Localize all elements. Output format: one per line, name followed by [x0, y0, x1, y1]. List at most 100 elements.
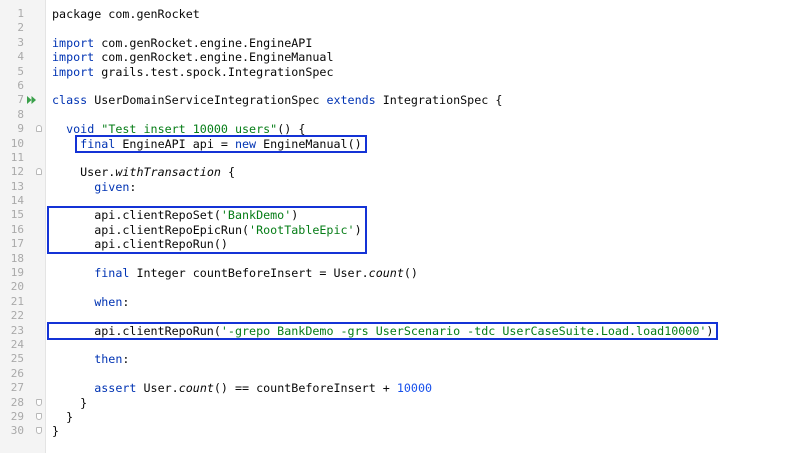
line-number: 14: [10, 194, 24, 208]
code-token: :: [122, 294, 130, 309]
code-token: com.genRocket.engine.EngineAPI: [94, 35, 313, 50]
code-token: count: [368, 266, 404, 281]
line-number: 19: [10, 266, 24, 280]
code-line[interactable]: 4 import com.genRocket.engine.EngineManua…: [0, 50, 800, 64]
fold-marker-icon[interactable]: [36, 168, 42, 176]
line-number: 30: [10, 424, 24, 438]
code-token: User.: [52, 165, 116, 180]
line-number: 18: [10, 251, 24, 265]
code-token: Integer countBeforeInsert = User.: [129, 266, 369, 281]
line-number: 26: [10, 366, 24, 380]
code-token: final: [94, 266, 130, 281]
line-number: 20: [10, 280, 24, 294]
code-token: extends: [326, 93, 376, 108]
code-line[interactable]: 20: [0, 280, 800, 294]
code-text[interactable]: final Integer countBeforeInsert = User.c…: [52, 266, 418, 280]
code-editor[interactable]: 1 package com.genRocket 2 3 import com.genRo…: [0, 0, 800, 453]
code-text[interactable]: import grails.test.spock.IntegrationSpec: [52, 65, 333, 79]
code-text[interactable]: package com.genRocket: [52, 7, 200, 21]
fold-marker-icon[interactable]: [36, 427, 42, 435]
line-number: 21: [10, 294, 24, 308]
line-number: 7: [17, 93, 24, 107]
code-text[interactable]: import com.genRocket.engine.EngineAPI: [52, 36, 312, 50]
line-number: 1: [17, 7, 24, 20]
code-token: assert: [94, 381, 137, 396]
line-number: 25: [10, 352, 24, 366]
code-token: then: [94, 352, 123, 367]
code-text[interactable]: then:: [52, 352, 129, 366]
line-number: 10: [10, 136, 24, 150]
line-number: 15: [10, 208, 24, 222]
code-token: when: [94, 294, 123, 309]
code-line[interactable]: 6: [0, 79, 800, 93]
code-line[interactable]: 2: [0, 21, 800, 35]
code-line[interactable]: 24: [0, 338, 800, 352]
code-token: package com.genRocket: [52, 7, 200, 21]
code-text[interactable]: }: [52, 410, 73, 424]
code-text[interactable]: given:: [52, 180, 136, 194]
line-number: 5: [17, 64, 24, 78]
code-line[interactable]: 18: [0, 252, 800, 266]
code-line[interactable]: 11: [0, 151, 800, 165]
fold-marker-icon[interactable]: [36, 398, 42, 406]
highlight-repo-setup: [47, 206, 367, 254]
code-line[interactable]: 13 given:: [0, 180, 800, 194]
code-line[interactable]: 28 }: [0, 396, 800, 410]
line-number: 9: [17, 122, 24, 136]
code-token: User.: [136, 381, 179, 396]
code-token: UserDomainServiceIntegrationSpec: [87, 93, 327, 108]
run-test-icon[interactable]: [27, 95, 37, 105]
fold-marker-icon[interactable]: [36, 412, 42, 420]
code-text[interactable]: User.withTransaction {: [52, 165, 235, 179]
line-number: 24: [10, 337, 24, 351]
code-line[interactable]: 19 final Integer countBeforeInsert = Use…: [0, 266, 800, 280]
code-token: () == countBeforeInsert +: [213, 381, 397, 396]
code-line[interactable]: 25 then:: [0, 352, 800, 366]
code-line[interactable]: 26: [0, 367, 800, 381]
line-number: 29: [10, 409, 24, 423]
line-number: 11: [10, 150, 24, 164]
code-text[interactable]: }: [52, 424, 59, 438]
code-text[interactable]: import com.genRocket.engine.EngineManual: [52, 50, 333, 64]
line-number: 17: [10, 237, 24, 251]
code-token: given: [94, 179, 130, 194]
code-text[interactable]: class UserDomainServiceIntegrationSpec e…: [52, 93, 502, 107]
line-number: 27: [10, 381, 24, 395]
line-number: 12: [10, 165, 24, 179]
code-text[interactable]: when:: [52, 295, 129, 309]
highlight-repo-run: [47, 321, 719, 340]
code-line[interactable]: 7 class UserDomainServiceIntegrationSpec …: [0, 93, 800, 107]
code-line[interactable]: 29 }: [0, 410, 800, 424]
code-line[interactable]: 3 import com.genRocket.engine.EngineAPI: [0, 36, 800, 50]
code-text[interactable]: assert User.count() == countBeforeInsert…: [52, 381, 432, 395]
code-line[interactable]: 30}: [0, 424, 800, 438]
code-line[interactable]: 1 package com.genRocket: [0, 7, 800, 21]
code-token: import: [52, 64, 95, 79]
code-token: :: [122, 352, 130, 367]
line-number: 28: [10, 395, 24, 409]
line-number: 16: [10, 222, 24, 236]
fold-marker-icon[interactable]: [36, 125, 42, 133]
line-number: 4: [17, 50, 24, 64]
code-line[interactable]: 5 import grails.test.spock.IntegrationSpe…: [0, 65, 800, 79]
code-token: {: [220, 165, 235, 180]
line-number: 3: [17, 35, 24, 49]
code-token: }: [52, 409, 74, 424]
code-token: import: [52, 50, 95, 65]
code-token: :: [129, 179, 137, 194]
code-token: count: [178, 381, 214, 396]
code-line[interactable]: 12 User.withTransaction {: [0, 165, 800, 179]
code-line[interactable]: 21 when:: [0, 295, 800, 309]
line-number: 2: [17, 21, 24, 35]
code-token: grails.test.spock.IntegrationSpec: [94, 64, 334, 79]
code-text[interactable]: }: [52, 396, 87, 410]
code-line[interactable]: 27 assert User.count() == countBeforeIns…: [0, 381, 800, 395]
line-number: 8: [17, 107, 24, 121]
code-line[interactable]: 8: [0, 108, 800, 122]
line-number: 13: [10, 179, 24, 193]
